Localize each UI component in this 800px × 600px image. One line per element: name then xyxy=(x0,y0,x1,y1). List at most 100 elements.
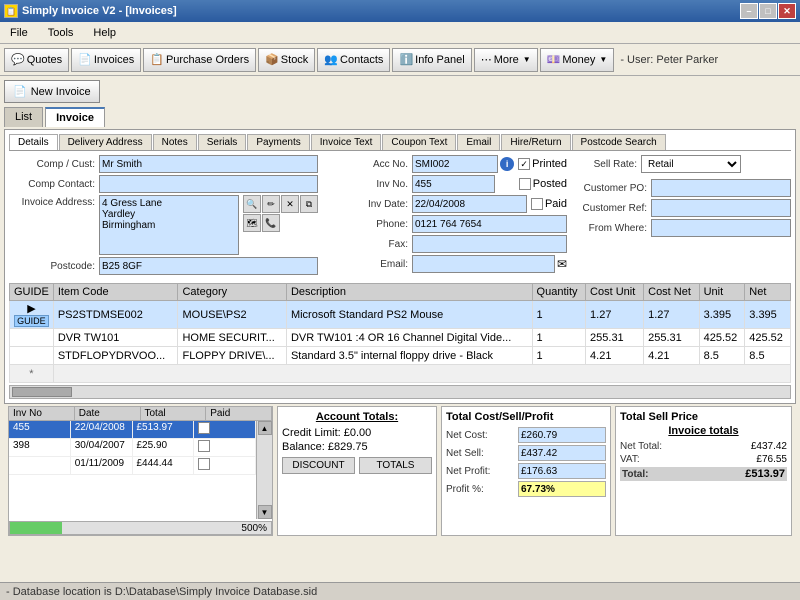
addr-map-btn[interactable]: 🗺 xyxy=(243,214,261,232)
table-row[interactable]: STDFLOPYDRVOO... FLOPPY DRIVE\... Standa… xyxy=(10,347,791,365)
total-val: £513.97 xyxy=(745,468,785,480)
comp-contact-input[interactable] xyxy=(99,175,318,193)
cost-sell-profit-panel: Total Cost/Sell/Profit Net Cost: £260.79… xyxy=(441,406,611,536)
money-dropdown-icon: ▼ xyxy=(599,55,607,64)
quotes-button[interactable]: 💬 Quotes xyxy=(4,48,69,72)
stock-button[interactable]: 📦 Stock xyxy=(258,48,315,72)
addr-phone-btn[interactable]: 📞 xyxy=(262,214,280,232)
addr-clear-btn[interactable]: ✕ xyxy=(281,195,299,213)
discount-button[interactable]: DISCOUNT xyxy=(282,457,355,474)
paid-cell xyxy=(194,457,256,474)
contacts-button[interactable]: 👥 Contacts xyxy=(317,48,390,72)
inv-list-scroll-area: 455 22/04/2008 £513.97 398 30/04/2007 £2… xyxy=(9,421,272,519)
subtab-notes[interactable]: Notes xyxy=(153,134,197,150)
new-invoice-button[interactable]: 📄 New Invoice xyxy=(4,80,100,103)
sell-rate-select[interactable]: Retail Trade xyxy=(641,155,741,173)
guide-button[interactable]: GUIDE xyxy=(14,315,49,327)
acc-no-label: Acc No. xyxy=(322,159,412,170)
list-item[interactable]: 398 30/04/2007 £25.90 xyxy=(9,439,256,457)
paid-check[interactable] xyxy=(198,458,210,470)
acc-no-input[interactable] xyxy=(412,155,498,173)
paid-check[interactable] xyxy=(198,440,210,452)
vertical-scrollbar[interactable]: ▲ ▼ xyxy=(256,421,272,519)
bottom-area: Inv No Date Total Paid 455 22/04/2008 £5… xyxy=(4,406,796,536)
email-input[interactable] xyxy=(412,255,555,273)
addr-copy-btn[interactable]: ⧉ xyxy=(300,195,318,213)
comp-cust-label: Comp / Cust: xyxy=(9,159,99,170)
printed-checkbox[interactable] xyxy=(518,158,530,170)
info-panel-label: Info Panel xyxy=(415,54,465,66)
paid-check[interactable] xyxy=(198,422,210,434)
menu-tools[interactable]: Tools xyxy=(42,25,80,41)
customer-po-input[interactable] xyxy=(651,179,791,197)
paid-header: Paid xyxy=(206,407,272,420)
more-icon: ⋯ xyxy=(481,53,492,66)
tab-list[interactable]: List xyxy=(4,107,43,127)
customer-ref-input[interactable] xyxy=(651,199,791,217)
subtab-postcode-search[interactable]: Postcode Search xyxy=(572,134,666,150)
category-cell: HOME SECURIT... xyxy=(178,329,286,347)
new-row-cell xyxy=(53,365,790,383)
info-panel-button[interactable]: ℹ️ Info Panel xyxy=(392,48,471,72)
subtab-email[interactable]: Email xyxy=(457,134,500,150)
paid-cell xyxy=(194,439,256,456)
inv-date-input[interactable] xyxy=(412,195,527,213)
email-send-icon[interactable]: ✉ xyxy=(557,257,567,271)
table-row[interactable]: ▶ GUIDE PS2STDMSE002 MOUSE\PS2 Microsoft… xyxy=(10,301,791,329)
table-row[interactable]: DVR TW101 HOME SECURIT... DVR TW101 :4 O… xyxy=(10,329,791,347)
tab-invoice[interactable]: Invoice xyxy=(45,107,105,127)
comp-cust-input[interactable] xyxy=(99,155,318,173)
more-button[interactable]: ⋯ More ▼ xyxy=(474,48,538,72)
inv-no-input[interactable] xyxy=(412,175,495,193)
email-label: Email: xyxy=(322,259,412,270)
csp-title: Total Cost/Sell/Profit xyxy=(446,411,606,423)
list-item[interactable]: 01/11/2009 £444.44 xyxy=(9,457,256,475)
posted-checkbox[interactable] xyxy=(519,178,531,190)
subtab-payments[interactable]: Payments xyxy=(247,134,309,150)
addr-edit-btn[interactable]: ✏ xyxy=(262,195,280,213)
invoice-list: Inv No Date Total Paid 455 22/04/2008 £5… xyxy=(8,406,273,536)
from-where-input[interactable] xyxy=(651,219,791,237)
more-label: More xyxy=(494,54,519,66)
fax-input[interactable] xyxy=(412,235,567,253)
printed-label: Printed xyxy=(532,158,567,170)
totals-button[interactable]: TOTALS xyxy=(359,457,432,474)
phone-input[interactable] xyxy=(412,215,567,233)
form-mid: Acc No. i Printed Inv No. Posted xyxy=(322,155,567,277)
table-new-row[interactable]: * xyxy=(10,365,791,383)
category-cell: MOUSE\PS2 xyxy=(178,301,286,329)
scroll-up-btn[interactable]: ▲ xyxy=(258,421,272,435)
minimize-button[interactable]: – xyxy=(740,3,758,19)
subtab-serials[interactable]: Serials xyxy=(198,134,247,150)
invoices-button[interactable]: 📄 Invoices xyxy=(71,48,141,72)
description-cell: DVR TW101 :4 OR 16 Channel Digital Vide.… xyxy=(286,329,532,347)
horizontal-scrollbar[interactable] xyxy=(9,385,791,399)
scrollbar-thumb[interactable] xyxy=(12,387,72,397)
credit-limit-row: Credit Limit: £0.00 xyxy=(282,427,432,439)
net-cell: 425.52 xyxy=(745,329,791,347)
invoice-list-header: Inv No Date Total Paid xyxy=(9,407,272,421)
inv-list-content: 455 22/04/2008 £513.97 398 30/04/2007 £2… xyxy=(9,421,256,519)
subtab-delivery-address[interactable]: Delivery Address xyxy=(59,134,152,150)
quotes-label: Quotes xyxy=(27,54,62,66)
scroll-down-btn[interactable]: ▼ xyxy=(258,505,272,519)
purchase-orders-button[interactable]: 📋 Purchase Orders xyxy=(143,48,256,72)
money-button[interactable]: 💷 Money ▼ xyxy=(540,48,615,72)
invoice-address-label: Invoice Address: xyxy=(9,195,99,208)
subtab-invoice-text[interactable]: Invoice Text xyxy=(311,134,382,150)
addr-search-btn[interactable]: 🔍 xyxy=(243,195,261,213)
info-button[interactable]: i xyxy=(500,157,514,171)
invoice-address-input[interactable]: 4 Gress Lane Yardley Birmingham xyxy=(99,195,239,255)
postcode-input[interactable] xyxy=(99,257,318,275)
list-item[interactable]: 455 22/04/2008 £513.97 xyxy=(9,421,256,439)
menu-file[interactable]: File xyxy=(4,25,34,41)
maximize-button[interactable]: □ xyxy=(759,3,777,19)
close-button[interactable]: ✕ xyxy=(778,3,796,19)
subtab-details[interactable]: Details xyxy=(9,134,58,150)
subtab-coupon-text[interactable]: Coupon Text xyxy=(382,134,456,150)
paid-checkbox[interactable] xyxy=(531,198,543,210)
paid-cell xyxy=(194,421,256,438)
net-cost-label: Net Cost: xyxy=(446,430,516,441)
menu-help[interactable]: Help xyxy=(87,25,122,41)
subtab-hire-return[interactable]: Hire/Return xyxy=(501,134,570,150)
